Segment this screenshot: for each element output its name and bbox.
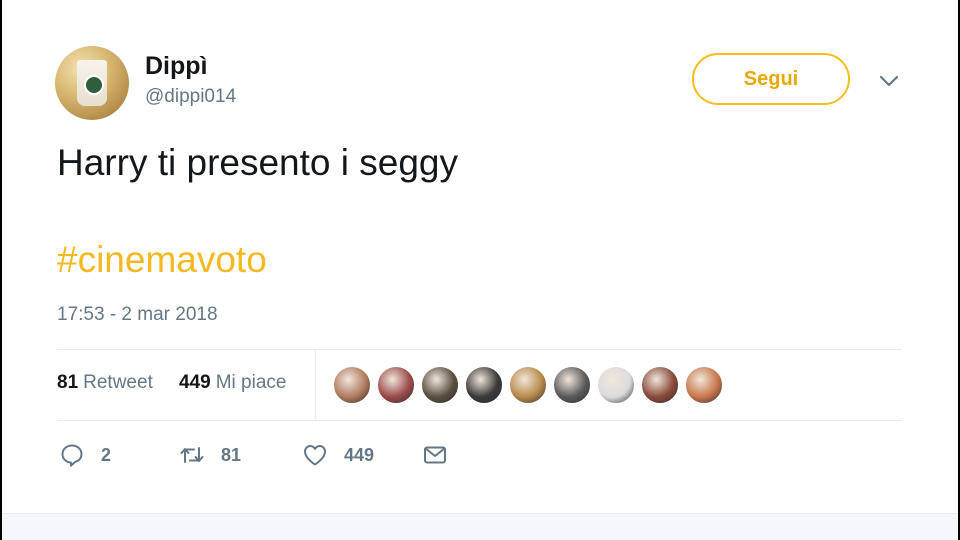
retweets-stat[interactable]: 81 Retweet [57,372,153,394]
retweet-count: 81 [221,444,242,465]
tweet-hashtag-link[interactable]: #cinemavoto [57,237,267,283]
retweets-stat-label: Retweet [83,372,153,393]
likes-stat[interactable]: 449 Mi piace [179,372,286,394]
follow-button[interactable]: Segui [692,53,850,105]
likes-stat-label: Mi piace [215,372,287,393]
tweet-stats: 81 Retweet 449 Mi piace [57,350,902,420]
liker-avatar[interactable] [641,366,679,404]
like-count: 449 [344,444,375,465]
reply-composer-strip [2,513,958,540]
tweet-actions: 2 81 449 [57,436,557,476]
direct-message-button[interactable] [422,436,448,474]
author-handle[interactable]: @dippi014 [145,86,236,108]
avatar-cup-image [77,60,107,106]
liker-avatar[interactable] [509,366,547,404]
tweet-text: Harry ti presento i seggy [57,142,459,183]
liker-avatar[interactable] [333,366,371,404]
liker-avatar[interactable] [685,366,723,404]
liker-avatar[interactable] [377,366,415,404]
chevron-down-icon[interactable] [878,70,900,92]
message-icon [424,446,446,464]
tweet-card: Dippì @dippi014 Segui Harry ti presento … [2,0,958,540]
liker-avatar[interactable] [553,366,591,404]
like-icon [304,445,326,466]
author-avatar[interactable] [55,46,129,120]
author-name[interactable]: Dippì [145,52,208,81]
stats-separator [315,350,316,420]
divider [57,420,902,421]
liker-avatar[interactable] [597,366,635,404]
liker-avatar[interactable] [465,366,503,404]
like-button[interactable]: 449 [302,436,374,474]
reply-count: 2 [101,444,112,465]
retweet-icon [180,447,204,463]
retweet-button[interactable]: 81 [179,436,241,474]
liker-avatar[interactable] [421,366,459,404]
likes-stat-count: 449 [179,372,211,393]
reply-button[interactable]: 2 [59,436,111,474]
tweet-timestamp[interactable]: 17:53 - 2 mar 2018 [57,304,218,326]
retweets-stat-count: 81 [57,372,79,393]
reply-icon [61,444,83,467]
